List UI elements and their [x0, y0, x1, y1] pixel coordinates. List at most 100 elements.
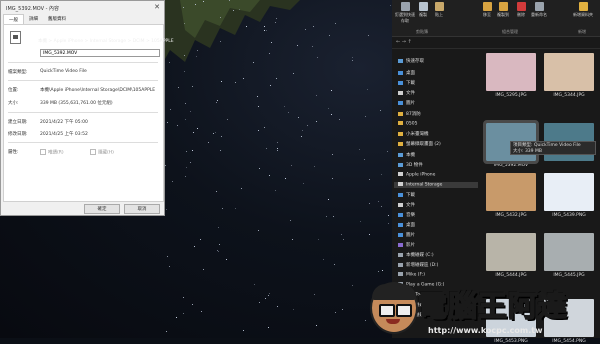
- nav-item[interactable]: 快速存取: [398, 58, 424, 64]
- tab-previous-versions[interactable]: 舊版資料: [43, 14, 71, 24]
- nav-item[interactable]: 圖片: [398, 100, 415, 106]
- nav-item[interactable]: 小米臺灣機: [398, 131, 429, 137]
- nav-item[interactable]: 本機磁碟 (C:): [398, 252, 434, 258]
- star: [177, 86, 179, 88]
- ok-button[interactable]: 確定: [84, 204, 120, 214]
- star: [207, 141, 209, 143]
- star: [195, 4, 197, 6]
- star: [291, 238, 293, 240]
- star: [269, 84, 271, 86]
- nav-item[interactable]: 3D 物件: [398, 162, 423, 168]
- star: [306, 125, 308, 127]
- star: [268, 326, 270, 328]
- star: [297, 116, 299, 118]
- nav-item[interactable]: 圖片: [398, 232, 415, 238]
- nav-item-label: 87消防: [406, 112, 421, 117]
- nav-item[interactable]: 下載: [398, 192, 415, 198]
- copy-button[interactable]: 複製: [416, 2, 430, 18]
- delete-label: 刪除: [517, 12, 525, 17]
- pin-quick-access-button[interactable]: 釘選到快速存取: [394, 2, 416, 24]
- star: [318, 239, 320, 241]
- star: [267, 294, 269, 296]
- star: [258, 168, 260, 170]
- hidden-checkbox[interactable]: 隱藏(H): [90, 149, 114, 156]
- star: [316, 94, 318, 96]
- star: [264, 25, 266, 27]
- nav-item[interactable]: 影片: [398, 242, 415, 248]
- star: [264, 298, 266, 300]
- breadcrumb[interactable]: 本機 > Apple iPhone > Internal Storage > D…: [38, 38, 174, 44]
- nav-item-label: 文件: [406, 91, 415, 96]
- nav-item[interactable]: Internal Storage: [394, 182, 478, 188]
- folder-icon: [398, 172, 403, 176]
- nav-item[interactable]: 0505: [398, 121, 417, 127]
- dialog-tabs: 一般 詳細 舊版資料: [3, 14, 164, 24]
- move-to-button[interactable]: 移至: [480, 2, 494, 18]
- nav-item[interactable]: Mike (F:): [398, 272, 425, 278]
- star: [195, 55, 197, 57]
- star: [368, 233, 370, 235]
- nav-item-label: 文件: [406, 203, 415, 208]
- delete-button[interactable]: 刪除: [514, 2, 528, 18]
- star: [252, 62, 254, 64]
- paste-button[interactable]: 貼上: [432, 2, 446, 18]
- thumbnail: [544, 173, 594, 211]
- star: [233, 9, 235, 11]
- new-folder-button[interactable]: 新增資料夾: [570, 2, 596, 18]
- readonly-checkbox[interactable]: 唯讀(R): [40, 149, 64, 156]
- nav-item-label: 桌面: [406, 223, 415, 228]
- tab-general[interactable]: 一般: [3, 14, 24, 24]
- thumbnail: [544, 53, 594, 91]
- nav-arrows-icon[interactable]: ← → ↑: [396, 39, 412, 45]
- star: [185, 119, 187, 121]
- nav-item-label: Mike (F:): [406, 272, 426, 278]
- nav-item[interactable]: 文件: [398, 202, 415, 208]
- star: [275, 189, 277, 191]
- copy-to-button[interactable]: 複製到: [496, 2, 510, 18]
- cancel-button[interactable]: 取消: [124, 204, 160, 214]
- divider: [8, 112, 158, 113]
- new-folder-icon: [578, 2, 588, 11]
- file-name: IMG_5344.JPG: [553, 93, 585, 98]
- paste-icon: [434, 2, 444, 11]
- nav-item[interactable]: 新增磁碟區 (D:): [398, 262, 438, 268]
- nav-item[interactable]: 文件: [398, 90, 415, 96]
- file-tile[interactable]: IMG_5432.JPG: [486, 173, 536, 218]
- tab-details[interactable]: 詳細: [24, 14, 43, 24]
- close-icon[interactable]: ✕: [154, 3, 160, 11]
- nav-item[interactable]: 下載: [398, 80, 415, 86]
- star: [296, 44, 298, 46]
- nav-item[interactable]: 桌面: [398, 70, 415, 76]
- star: [200, 311, 202, 313]
- star: [254, 284, 256, 286]
- file-tile[interactable]: IMG_5295.JPG: [486, 53, 536, 98]
- file-tile[interactable]: IMG_5444.JPG: [486, 233, 536, 278]
- nav-item[interactable]: 本機: [398, 152, 415, 158]
- nav-item[interactable]: 87消防: [398, 111, 421, 117]
- folder-icon: [398, 262, 403, 267]
- file-name-field[interactable]: IMG_5392.MOV: [40, 49, 160, 57]
- nav-item[interactable]: Apple iPhone: [398, 172, 435, 178]
- folder-icon: [398, 212, 403, 217]
- dialog-title: IMG_5392.MOV - 內容: [6, 6, 60, 12]
- nav-item[interactable]: 音樂: [398, 212, 415, 218]
- address-bar[interactable]: ← → ↑: [392, 37, 600, 49]
- star: [220, 41, 222, 43]
- folder-icon: [398, 58, 403, 63]
- pin-icon: [400, 2, 410, 11]
- nav-item[interactable]: 螢幕擷取畫面 (2): [398, 141, 441, 147]
- star: [189, 161, 191, 163]
- file-tile[interactable]: IMG_5344.JPG: [544, 53, 594, 98]
- star: [166, 121, 168, 123]
- file-tile[interactable]: IMG_5445.JPG: [544, 233, 594, 278]
- rename-button[interactable]: 重新命名: [530, 2, 548, 18]
- star: [269, 52, 271, 54]
- star: [369, 202, 371, 204]
- general-panel: IMG_5392.MOV 檔案類型: QuickTime Video File …: [3, 24, 164, 202]
- nav-item-label: 本機磁碟 (C:): [406, 253, 434, 258]
- star: [335, 22, 337, 24]
- file-tile[interactable]: IMG_5439.PNG: [544, 173, 594, 218]
- star: [289, 220, 291, 222]
- nav-item[interactable]: 桌面: [398, 222, 415, 228]
- star: [305, 29, 307, 31]
